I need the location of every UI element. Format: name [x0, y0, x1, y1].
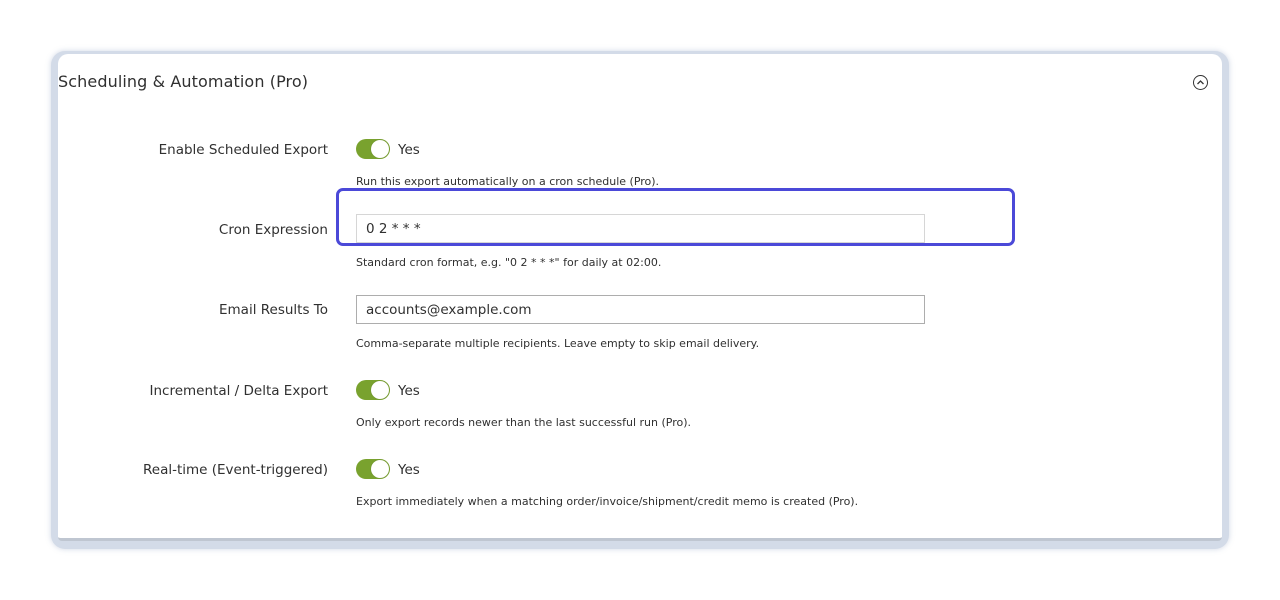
email-results-to-label: Email Results To — [219, 302, 328, 318]
cron-expression-note: Standard cron format, e.g. "0 2 * * *" f… — [356, 256, 662, 269]
enable-scheduled-export-label: Enable Scheduled Export — [158, 142, 328, 158]
toggle-knob — [371, 140, 389, 158]
toggle-knob — [371, 381, 389, 399]
incremental-export-label: Incremental / Delta Export — [149, 383, 328, 399]
toggle-knob — [371, 460, 389, 478]
realtime-export-note: Export immediately when a matching order… — [356, 495, 859, 508]
incremental-export-value: Yes — [398, 383, 420, 399]
enable-scheduled-export-value: Yes — [398, 142, 420, 158]
email-results-to-input[interactable] — [356, 295, 925, 324]
email-results-to-note: Comma-separate multiple recipients. Leav… — [356, 337, 760, 350]
incremental-export-toggle[interactable] — [356, 380, 390, 400]
cron-expression-input[interactable] — [356, 214, 925, 243]
section-panel-frame: Scheduling & Automation (Pro) Enable Sch… — [51, 51, 1229, 549]
scheduling-section: Scheduling & Automation (Pro) Enable Sch… — [58, 54, 1222, 541]
chevron-up-circle-icon[interactable] — [1193, 75, 1208, 90]
section-title: Scheduling & Automation (Pro) — [58, 72, 309, 91]
cron-expression-label: Cron Expression — [218, 222, 328, 238]
realtime-export-label: Real-time (Event-triggered) — [142, 462, 328, 478]
realtime-export-toggle[interactable] — [356, 459, 390, 479]
realtime-export-value: Yes — [398, 462, 420, 478]
enable-scheduled-export-toggle[interactable] — [356, 139, 390, 159]
incremental-export-note: Only export records newer than the last … — [356, 416, 692, 429]
enable-scheduled-export-note: Run this export automatically on a cron … — [356, 175, 660, 188]
